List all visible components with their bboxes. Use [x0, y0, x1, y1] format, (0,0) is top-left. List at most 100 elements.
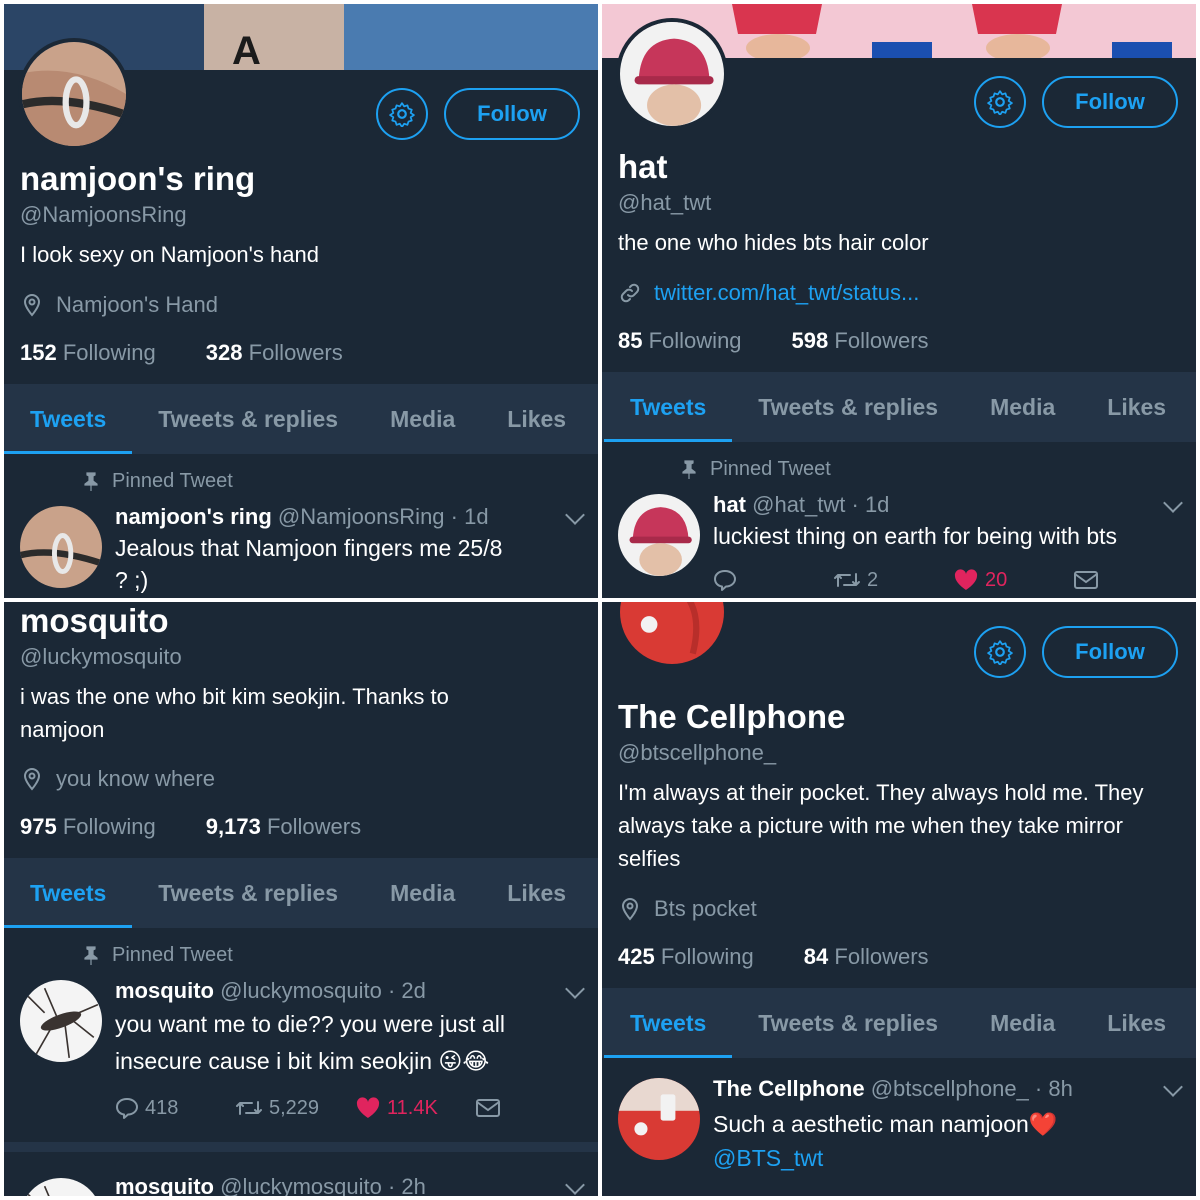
- chevron-down-icon[interactable]: [565, 1175, 585, 1195]
- tweet-author[interactable]: hat: [713, 492, 746, 517]
- tab-media[interactable]: Media: [390, 384, 455, 454]
- like-button[interactable]: 20: [953, 568, 1073, 592]
- tab-likes[interactable]: Likes: [1107, 988, 1166, 1058]
- profile-location: you know where: [20, 766, 215, 792]
- tweet-author[interactable]: The Cellphone: [713, 1076, 865, 1101]
- profile-panel-cellphone: Follow The Cellphone @btscellphone_ I'm …: [602, 602, 1196, 1196]
- tweet-avatar[interactable]: [20, 980, 102, 1062]
- chevron-down-icon[interactable]: [1163, 1077, 1183, 1097]
- tweet-text: Such a aesthetic man namjoon❤️: [713, 1111, 1058, 1137]
- profile-handle: @luckymosquito: [20, 644, 182, 669]
- chevron-down-icon[interactable]: [1163, 493, 1183, 513]
- pinned-tweet-label: Pinned Tweet: [82, 944, 233, 967]
- retweet-button[interactable]: 5,229: [235, 1097, 355, 1120]
- profile-bio: I'm always at their pocket. They always …: [618, 780, 1144, 871]
- retweet-count: 5,229: [269, 1096, 320, 1119]
- follow-button[interactable]: Follow: [1042, 626, 1178, 678]
- tweet-actions: 2 20: [713, 568, 1193, 592]
- profile-avatar[interactable]: [616, 18, 728, 130]
- retweet-button[interactable]: 2: [833, 569, 953, 592]
- followers-count[interactable]: 9,173 Followers: [206, 814, 361, 840]
- profile-panel-namjoons-ring: A Follow namjoon's ring @NamjoonsRing I …: [4, 4, 598, 598]
- reply-button[interactable]: 418: [115, 1097, 235, 1120]
- follow-button[interactable]: Follow: [1042, 76, 1178, 128]
- profile-panel-hat: Follow hat @hat_twt the one who hides bt…: [602, 4, 1196, 598]
- location-pin-icon: [621, 897, 639, 921]
- pin-icon: [682, 459, 696, 479]
- follow-button[interactable]: Follow: [444, 88, 580, 140]
- profile-avatar[interactable]: [616, 602, 728, 668]
- tweet-avatar[interactable]: [618, 494, 700, 576]
- following-count[interactable]: 425 Following: [618, 944, 754, 970]
- profile-stats: 85 Following 598 Followers: [618, 328, 929, 354]
- profile-tabs: Tweets Tweets & replies Media Likes: [602, 988, 1196, 1058]
- settings-gear-button[interactable]: [376, 88, 428, 140]
- tweet-meta: @luckymosquito · 2d: [220, 978, 426, 1003]
- pinned-tweet-label: Pinned Tweet: [82, 470, 233, 493]
- tweet-meta: @luckymosquito · 2h: [220, 1174, 426, 1196]
- following-count[interactable]: 85 Following: [618, 328, 742, 354]
- chevron-down-icon[interactable]: [565, 979, 585, 999]
- tweet-header: mosquito @luckymosquito · 2d: [115, 978, 426, 1004]
- retweet-icon: [236, 1101, 262, 1115]
- profile-name: The Cellphone: [618, 698, 846, 735]
- tab-tweets-replies[interactable]: Tweets & replies: [158, 384, 338, 454]
- tab-media[interactable]: Media: [990, 372, 1055, 442]
- tab-tweets[interactable]: Tweets: [603, 988, 733, 1058]
- profile-stats: 425 Following 84 Followers: [618, 944, 929, 970]
- chevron-down-icon[interactable]: [565, 505, 585, 525]
- heart-icon: [954, 569, 978, 590]
- tab-tweets-replies[interactable]: Tweets & replies: [158, 858, 338, 928]
- tweet-meta: @btscellphone_ · 8h: [870, 1076, 1073, 1101]
- retweet-icon: [834, 573, 860, 587]
- like-button[interactable]: 11.4K: [355, 1096, 475, 1120]
- like-count: 20: [985, 568, 1008, 591]
- settings-gear-button[interactable]: [974, 626, 1026, 678]
- tweet-header: hat @hat_twt · 1d: [713, 492, 889, 518]
- tweet-avatar[interactable]: [20, 1178, 102, 1196]
- tab-tweets[interactable]: Tweets: [603, 372, 733, 442]
- tweet-mention-link[interactable]: @BTS_twt: [713, 1142, 1156, 1174]
- tweet-meta: @hat_twt · 1d: [752, 492, 890, 517]
- followers-count[interactable]: 598 Followers: [792, 328, 929, 354]
- tweet-author[interactable]: namjoon's ring: [115, 504, 272, 529]
- tab-likes[interactable]: Likes: [1107, 372, 1166, 442]
- tab-media[interactable]: Media: [990, 988, 1055, 1058]
- link-icon: [620, 283, 640, 303]
- tab-media[interactable]: Media: [390, 858, 455, 928]
- profile-tabs: Tweets Tweets & replies Media Likes: [602, 372, 1196, 442]
- profile-location: Bts pocket: [618, 896, 757, 922]
- link-text[interactable]: twitter.com/hat_twt/status...: [654, 280, 919, 306]
- following-count[interactable]: 975 Following: [20, 814, 156, 840]
- tab-likes[interactable]: Likes: [507, 858, 566, 928]
- tweet-divider: [4, 1142, 598, 1152]
- tweet-author[interactable]: mosquito: [115, 978, 214, 1003]
- direct-message-button[interactable]: [475, 1097, 595, 1119]
- profile-handle: @NamjoonsRing: [20, 202, 187, 227]
- direct-message-button[interactable]: [1073, 569, 1193, 591]
- profile-bio: the one who hides bts hair color: [618, 230, 929, 255]
- tab-likes[interactable]: Likes: [507, 384, 566, 454]
- tab-tweets[interactable]: Tweets: [4, 858, 133, 928]
- tab-tweets[interactable]: Tweets: [4, 384, 133, 454]
- settings-gear-button[interactable]: [974, 76, 1026, 128]
- profile-avatar[interactable]: [18, 38, 130, 150]
- profile-tabs: Tweets Tweets & replies Media Likes: [4, 384, 598, 454]
- tweet-avatar[interactable]: [618, 1078, 700, 1160]
- tab-tweets-replies[interactable]: Tweets & replies: [758, 372, 938, 442]
- tweet-header: namjoon's ring @NamjoonsRing · 1d: [115, 504, 489, 530]
- envelope-icon: [476, 1099, 500, 1117]
- profile-bio: i was the one who bit kim seokjin. Thank…: [20, 684, 449, 742]
- reply-icon: [714, 570, 736, 591]
- profile-link[interactable]: twitter.com/hat_twt/status...: [618, 280, 919, 306]
- tweet-author[interactable]: mosquito: [115, 1174, 214, 1196]
- profile-name: namjoon's ring: [20, 160, 256, 197]
- gear-icon: [987, 640, 1013, 665]
- tweet-avatar[interactable]: [20, 506, 102, 588]
- following-count[interactable]: 152 Following: [20, 340, 156, 366]
- tab-tweets-replies[interactable]: Tweets & replies: [758, 988, 938, 1058]
- followers-count[interactable]: 328 Followers: [206, 340, 343, 366]
- profile-bio: I look sexy on Namjoon's hand: [20, 242, 319, 267]
- reply-button[interactable]: [713, 569, 833, 591]
- followers-count[interactable]: 84 Followers: [804, 944, 929, 970]
